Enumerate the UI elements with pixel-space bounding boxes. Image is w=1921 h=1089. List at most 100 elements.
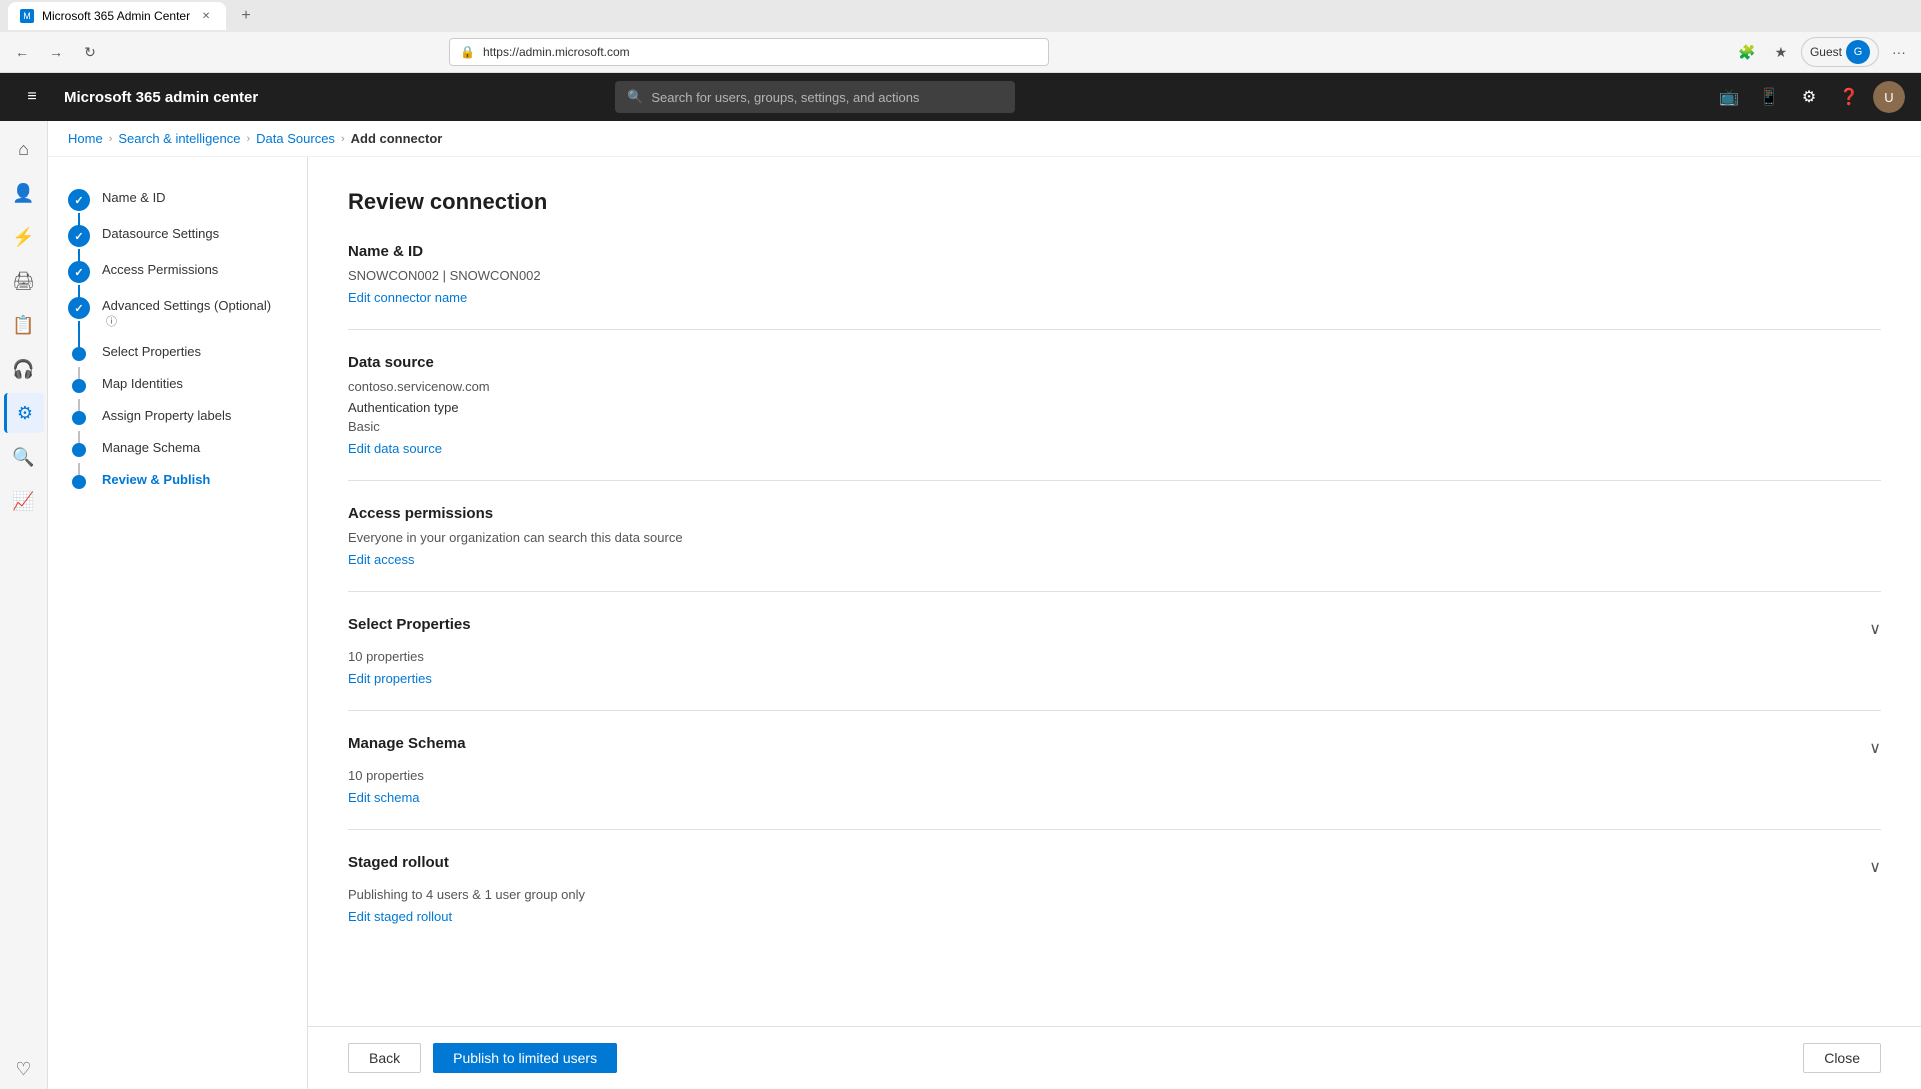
edit-connector-name-link[interactable]: Edit connector name	[348, 290, 467, 305]
step-label-schema: Manage Schema	[102, 437, 200, 455]
breadcrumb-home[interactable]: Home	[68, 131, 103, 146]
sidebar-item-users[interactable]: 👤	[4, 173, 44, 213]
app-title: Microsoft 365 admin center	[64, 89, 258, 106]
step-select-properties[interactable]: Select Properties	[68, 335, 287, 367]
review-title: Review connection	[348, 189, 1881, 215]
edit-schema-link[interactable]: Edit schema	[348, 790, 420, 805]
review-data-source-url: contoso.servicenow.com	[348, 379, 1881, 394]
review-access-title: Access permissions	[348, 505, 1881, 522]
settings-nav-icon[interactable]: ⚙	[1793, 81, 1825, 113]
step-manage-schema[interactable]: Manage Schema	[68, 431, 287, 463]
step-label-select-props: Select Properties	[102, 341, 201, 359]
breadcrumb: Home › Search & intelligence › Data Sour…	[48, 121, 1921, 157]
back-button[interactable]: Back	[348, 1043, 421, 1073]
step-circle-access: ✓	[68, 261, 90, 283]
search-input[interactable]	[651, 90, 1003, 105]
account-avatar: G	[1846, 40, 1870, 64]
forward-button[interactable]: →	[42, 38, 70, 66]
review-staged-rollout-description: Publishing to 4 users & 1 user group onl…	[348, 887, 1881, 902]
review-name-id-title: Name & ID	[348, 243, 1881, 260]
close-button[interactable]: Close	[1803, 1043, 1881, 1073]
review-section-select-properties: Select Properties ∨ 10 properties Edit p…	[348, 616, 1881, 711]
review-manage-schema-title: Manage Schema	[348, 735, 466, 752]
breadcrumb-sep-1: ›	[109, 133, 113, 145]
step-advanced-settings[interactable]: ✓ Advanced Settings (Optional) ⓘ	[68, 289, 287, 335]
breadcrumb-sep-2: ›	[247, 133, 251, 145]
tab-close-button[interactable]: ✕	[198, 8, 214, 24]
step-access-permissions[interactable]: ✓ Access Permissions	[68, 253, 287, 289]
step-circle-assign	[72, 411, 86, 425]
video-icon[interactable]: 📺	[1713, 81, 1745, 113]
step-label-map-id: Map Identities	[102, 373, 183, 391]
sidebar-item-settings[interactable]: ⚙	[4, 393, 44, 433]
manage-schema-expand-button[interactable]: ∨	[1869, 738, 1881, 758]
breadcrumb-data-sources[interactable]: Data Sources	[256, 131, 335, 146]
search-icon: 🔍	[627, 89, 643, 105]
tab-favicon: M	[20, 9, 34, 23]
publish-button[interactable]: Publish to limited users	[433, 1043, 617, 1073]
breadcrumb-search-intelligence[interactable]: Search & intelligence	[118, 131, 240, 146]
favorites-icon[interactable]: ★	[1767, 38, 1795, 66]
step-map-identities[interactable]: Map Identities	[68, 367, 287, 399]
step-circle-schema	[72, 443, 86, 457]
review-section-name-id: Name & ID SNOWCON002 | SNOWCON002 Edit c…	[348, 243, 1881, 330]
top-navigation: ≡ Microsoft 365 admin center 🔍 📺 📱 ⚙ ❓ U	[0, 73, 1921, 121]
url-text: https://admin.microsoft.com	[483, 45, 630, 59]
step-circle-map-id	[72, 379, 86, 393]
review-manage-schema-count: 10 properties	[348, 768, 1881, 783]
extensions-icon[interactable]: 🧩	[1733, 38, 1761, 66]
breadcrumb-current: Add connector	[351, 131, 443, 146]
step-circle-review	[72, 475, 86, 489]
edit-access-link[interactable]: Edit access	[348, 552, 414, 567]
review-select-props-count: 10 properties	[348, 649, 1881, 664]
sidebar-item-print[interactable]: 🖨	[4, 261, 44, 301]
refresh-button[interactable]: ↻	[76, 38, 104, 66]
sidebar-item-reports[interactable]: 📋	[4, 305, 44, 345]
mobile-icon[interactable]: 📱	[1753, 81, 1785, 113]
step-assign-property-labels[interactable]: Assign Property labels	[68, 399, 287, 431]
review-section-manage-schema: Manage Schema ∨ 10 properties Edit schem…	[348, 735, 1881, 830]
user-avatar[interactable]: U	[1873, 81, 1905, 113]
sidebar-item-home[interactable]: ⌂	[4, 129, 44, 169]
step-circle-advanced: ✓	[68, 297, 90, 319]
edit-properties-link[interactable]: Edit properties	[348, 671, 432, 686]
review-data-source-title: Data source	[348, 354, 1881, 371]
step-label-assign: Assign Property labels	[102, 405, 231, 423]
sidebar-item-support[interactable]: 🎧	[4, 349, 44, 389]
review-auth-label: Authentication type	[348, 400, 1881, 415]
help-icon[interactable]: ❓	[1833, 81, 1865, 113]
wizard-content-area: Review connection Name & ID SNOWCON002 |…	[308, 157, 1921, 1026]
edit-staged-rollout-link[interactable]: Edit staged rollout	[348, 909, 452, 924]
review-section-data-source: Data source contoso.servicenow.com Authe…	[348, 354, 1881, 481]
step-label-name-id: Name & ID	[102, 187, 166, 205]
step-review-publish[interactable]: Review & Publish	[68, 463, 287, 495]
sidebar-item-activity[interactable]: ⚡	[4, 217, 44, 257]
step-label-access: Access Permissions	[102, 259, 218, 277]
select-props-expand-button[interactable]: ∨	[1869, 619, 1881, 639]
browser-menu-button[interactable]: ···	[1885, 38, 1913, 66]
wizard-steps-panel: ✓ Name & ID ✓ Datasource Settings ✓ Acce…	[48, 157, 308, 1089]
browser-tab[interactable]: M Microsoft 365 Admin Center ✕	[8, 2, 226, 30]
sidebar-item-favorites[interactable]: ♡	[4, 1049, 44, 1089]
step-name-id[interactable]: ✓ Name & ID	[68, 181, 287, 217]
edit-data-source-link[interactable]: Edit data source	[348, 441, 442, 456]
global-search-bar[interactable]: 🔍	[615, 81, 1015, 113]
breadcrumb-sep-3: ›	[341, 133, 345, 145]
guest-account-button[interactable]: Guest G	[1801, 37, 1879, 67]
address-bar[interactable]: 🔒 https://admin.microsoft.com	[449, 38, 1049, 66]
step-circle-datasource: ✓	[68, 225, 90, 247]
review-auth-value: Basic	[348, 419, 1881, 434]
tab-title: Microsoft 365 Admin Center	[42, 9, 190, 23]
step-label-review: Review & Publish	[102, 469, 210, 487]
review-access-description: Everyone in your organization can search…	[348, 530, 1881, 545]
new-tab-button[interactable]: +	[234, 4, 258, 28]
sidebar-item-analytics[interactable]: 📈	[4, 481, 44, 521]
sidebar-navigation: ⌂ 👤 ⚡ 🖨 📋 🎧 ⚙ 🔍 📈 ♡	[0, 121, 48, 1089]
hamburger-menu-button[interactable]: ≡	[16, 81, 48, 113]
info-icon[interactable]: ⓘ	[106, 316, 117, 328]
sidebar-item-search[interactable]: 🔍	[4, 437, 44, 477]
step-datasource-settings[interactable]: ✓ Datasource Settings	[68, 217, 287, 253]
back-button[interactable]: ←	[8, 38, 36, 66]
staged-rollout-expand-button[interactable]: ∨	[1869, 857, 1881, 877]
step-circle-select-props	[72, 347, 86, 361]
